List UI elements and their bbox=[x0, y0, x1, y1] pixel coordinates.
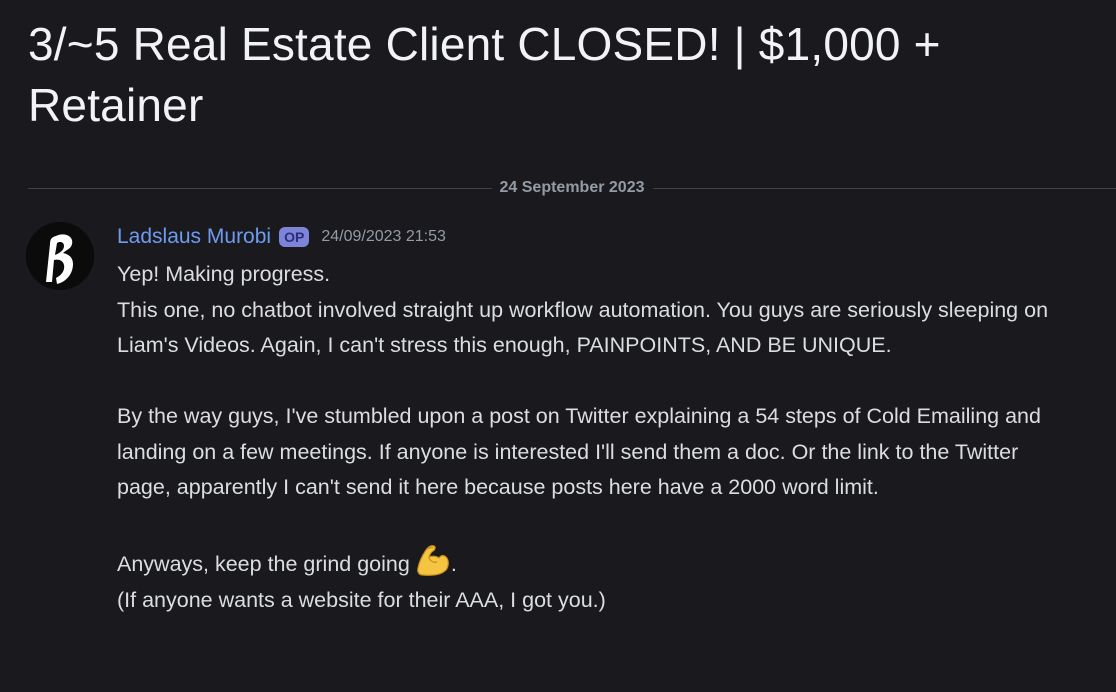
message-line: This one, no chatbot involved straight u… bbox=[117, 297, 1049, 358]
message-line: (If anyone wants a website for their AAA… bbox=[117, 587, 606, 612]
author-name[interactable]: Ladslaus Murobi bbox=[117, 225, 271, 249]
logo-icon bbox=[26, 222, 94, 290]
flexed-biceps-icon bbox=[413, 541, 451, 579]
message-header: Ladslaus Murobi OP 24/09/2023 21:53 bbox=[117, 224, 446, 250]
message-line: Yep! Making progress. bbox=[117, 262, 331, 286]
message-line: Anyways, keep the grind going . bbox=[117, 541, 1077, 583]
message-timestamp: 24/09/2023 21:53 bbox=[321, 228, 446, 245]
divider-line-right bbox=[652, 187, 1116, 189]
avatar[interactable] bbox=[26, 222, 94, 290]
message-text: . bbox=[450, 552, 457, 576]
message-text: Anyways, keep the grind going bbox=[117, 552, 410, 576]
divider-date: 24 September 2023 bbox=[499, 179, 645, 196]
message-content: Yep! Making progress. This one, no chatb… bbox=[117, 257, 1077, 618]
thread-title: 3/~5 Real Estate Client CLOSED! | $1,000… bbox=[28, 18, 941, 131]
message-line: By the way guys, I've stumbled upon a po… bbox=[117, 404, 1041, 499]
divider-line-left bbox=[28, 187, 492, 189]
op-badge: OP bbox=[279, 227, 310, 247]
date-divider: 24 September 2023 bbox=[28, 178, 1116, 198]
